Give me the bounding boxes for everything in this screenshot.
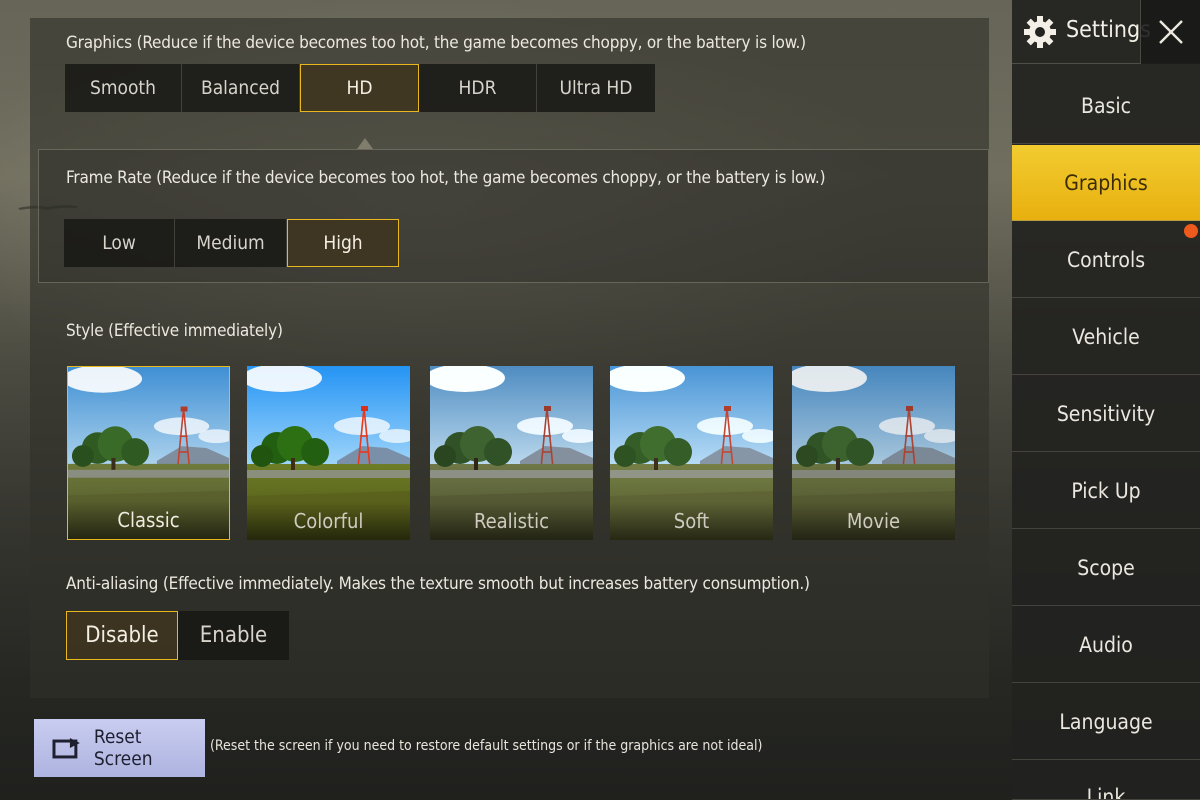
style-option-realistic[interactable]: Realistic <box>430 366 593 540</box>
sidebar-item-scope[interactable]: Scope <box>1012 530 1200 606</box>
close-button[interactable] <box>1140 0 1200 64</box>
graphics-option-ultra-hd[interactable]: Ultra HD <box>537 64 655 112</box>
graphics-quality-label: Graphics (Reduce if the device becomes t… <box>66 33 806 53</box>
graphics-option-hdr[interactable]: HDR <box>419 64 537 112</box>
graphics-quality-selector: Smooth Balanced HD HDR Ultra HD <box>65 64 655 112</box>
reset-screen-button[interactable]: Reset Screen <box>34 719 205 777</box>
style-option-classic[interactable]: Classic <box>67 366 230 540</box>
frame-rate-label: Frame Rate (Reduce if the device becomes… <box>66 168 826 188</box>
gear-icon <box>1024 16 1056 48</box>
sidebar-item-controls[interactable]: Controls <box>1012 222 1200 298</box>
anti-aliasing-option-enable[interactable]: Enable <box>178 611 289 660</box>
reset-screen-label: Reset Screen <box>93 726 153 770</box>
anti-aliasing-option-disable[interactable]: Disable <box>66 611 178 660</box>
graphics-settings-panel <box>30 18 989 698</box>
graphics-option-balanced[interactable]: Balanced <box>182 64 300 112</box>
sidebar-item-language[interactable]: Language <box>1012 684 1200 760</box>
style-caption-colorful: Colorful <box>247 502 410 540</box>
style-caption-movie: Movie <box>792 502 955 540</box>
anti-aliasing-label: Anti-aliasing (Effective immediately. Ma… <box>66 574 810 594</box>
frame-rate-option-medium[interactable]: Medium <box>175 219 287 267</box>
style-option-soft[interactable]: Soft <box>610 366 773 540</box>
graphics-option-smooth[interactable]: Smooth <box>65 64 182 112</box>
sidebar-item-link[interactable]: Link <box>1012 761 1200 800</box>
style-label: Style (Effective immediately) <box>66 321 283 341</box>
frame-rate-option-high[interactable]: High <box>287 219 399 267</box>
style-option-colorful[interactable]: Colorful <box>247 366 410 540</box>
sidebar-header: Settings <box>1012 0 1200 64</box>
frame-rate-selector: Low Medium High <box>64 219 399 267</box>
sidebar-item-pick-up[interactable]: Pick Up <box>1012 453 1200 529</box>
sidebar-item-vehicle[interactable]: Vehicle <box>1012 299 1200 375</box>
close-icon <box>1159 20 1183 44</box>
sidebar-item-basic[interactable]: Basic <box>1012 68 1200 144</box>
frame-rate-option-low[interactable]: Low <box>64 219 175 267</box>
sidebar-title: Settings <box>1066 17 1151 43</box>
frame-rate-pointer <box>357 138 373 149</box>
reset-screen-icon <box>52 738 80 759</box>
sidebar-item-graphics[interactable]: Graphics <box>1012 145 1200 221</box>
sidebar-item-sensitivity[interactable]: Sensitivity <box>1012 376 1200 452</box>
anti-aliasing-selector: Disable Enable <box>66 611 289 660</box>
sidebar-item-audio[interactable]: Audio <box>1012 607 1200 683</box>
style-caption-classic: Classic <box>68 501 229 539</box>
style-caption-realistic: Realistic <box>430 502 593 540</box>
notification-dot <box>1184 224 1198 238</box>
style-caption-soft: Soft <box>610 502 773 540</box>
settings-sidebar: Settings Basic Graphics Controls Vehicle… <box>1012 0 1200 800</box>
style-option-movie[interactable]: Movie <box>792 366 955 540</box>
graphics-option-hd[interactable]: HD <box>300 64 419 112</box>
reset-screen-hint: (Reset the screen if you need to restore… <box>210 738 763 754</box>
